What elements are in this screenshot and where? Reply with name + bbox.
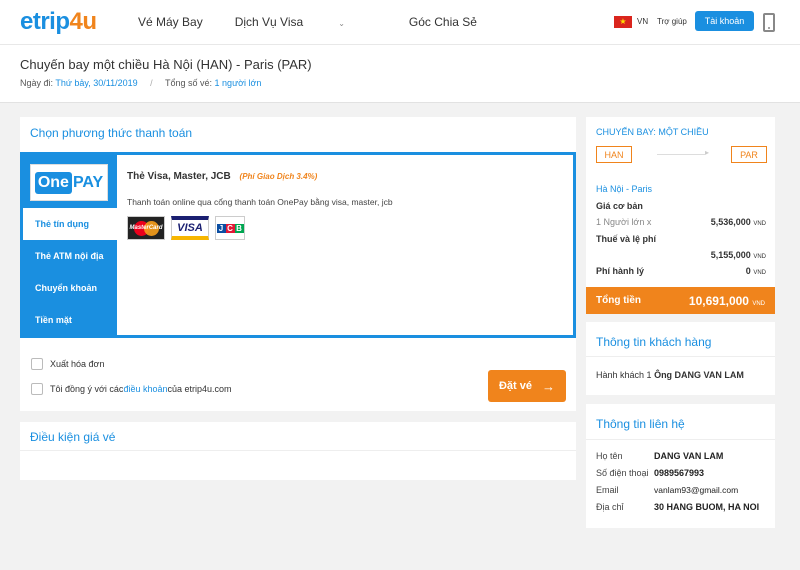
invoice-checkbox[interactable] xyxy=(31,358,43,370)
method-fee: (Phí Giao Dịch 3.4%) xyxy=(239,172,318,181)
meta-separator: / xyxy=(150,78,153,88)
method-atm[interactable]: Thẻ ATM nội địa xyxy=(23,240,117,272)
contact-row-phone: Số điện thoại 0989567993 xyxy=(596,468,705,478)
method-description: Thanh toán online qua cổng thanh toán On… xyxy=(127,197,393,207)
jcb-logo: JCB xyxy=(215,216,245,240)
method-cash[interactable]: Tiền mặt xyxy=(23,304,117,336)
divider xyxy=(586,356,775,357)
terms-link[interactable]: điều khoản xyxy=(123,384,167,394)
invoice-option: Xuất hóa đơn xyxy=(31,358,104,370)
method-credit-card[interactable]: Thẻ tín dụng xyxy=(23,208,117,240)
baggage-fee-row: Phí hành lý 0 VND xyxy=(596,266,766,276)
contact-row-email: Email vanlam93@gmail.com xyxy=(596,485,739,495)
visa-logo: VISA xyxy=(171,216,209,240)
terms-checkbox[interactable] xyxy=(31,383,43,395)
card-logos: MasterCard VISA JCB xyxy=(127,216,563,240)
method-details: Thẻ Visa, Master, JCB (Phí Giao Dịch 3.4… xyxy=(117,155,573,335)
origin-code: HAN xyxy=(596,146,632,163)
flight-summary: CHUYẾN BAY: MỘT CHIỀU HAN PAR Hà Nội - P… xyxy=(586,117,775,314)
terms-option: Tôi đồng ý với các điều khoản của etrip4… xyxy=(31,383,232,395)
total-price: 10,691,000 xyxy=(688,293,749,308)
contact-row-address: Địa chỉ 30 HANG BUOM, HA NOI xyxy=(596,502,760,512)
arrow-right-icon: → xyxy=(542,378,556,394)
method-title: Thẻ Visa, Master, JCB xyxy=(127,171,231,182)
passenger-info: Thông tin khách hàng Hành khách 1 Ông DA… xyxy=(586,322,775,395)
tax-label: Thuế và lệ phí xyxy=(596,234,657,244)
contact-title: Thông tin liên hệ xyxy=(596,417,685,431)
trip-meta: Ngày đi: Thứ bảy, 30/11/2019 / Tổng số v… xyxy=(20,78,262,88)
fare-conditions-section: Điều kiện giá vé xyxy=(20,422,576,480)
departure-date: Thứ bảy, 30/11/2019 xyxy=(55,78,138,88)
divider xyxy=(586,439,775,440)
method-transfer[interactable]: Chuyển khoản xyxy=(23,272,117,304)
logo[interactable]: etrip4u xyxy=(20,8,97,36)
total-price-bar: Tổng tiền 10,691,000 VND xyxy=(586,287,775,314)
mobile-phone-icon[interactable] xyxy=(763,13,775,32)
payment-methods: One PAY Thẻ tín dụng Thẻ ATM nội địa Chuy… xyxy=(20,152,576,338)
adult-fare-row: 1 Người lớn x 5,536,000 VND xyxy=(596,217,766,227)
nav-blog[interactable]: Góc Chia Sẻ xyxy=(409,15,477,29)
main-nav: Vé Máy Bay Dịch Vụ Visa ⌄ Góc Chia Sẻ xyxy=(138,15,509,29)
onepay-logo: One PAY xyxy=(30,164,108,201)
language-selector[interactable]: VN xyxy=(637,17,648,26)
payment-section: Chọn phương thức thanh toán One PAY Thẻ t… xyxy=(20,117,576,411)
tax-row: 5,155,000 VND xyxy=(710,250,766,260)
account-button[interactable]: Tài khoản xyxy=(695,11,754,31)
ticket-count: 1 người lớn xyxy=(214,78,262,88)
contact-info: Thông tin liên hệ Họ tên DANG VAN LAM Số… xyxy=(586,404,775,528)
nav-visa[interactable]: Dịch Vụ Visa ⌄ xyxy=(235,15,377,29)
vietnam-flag-icon[interactable]: ★ xyxy=(614,16,632,28)
passenger-name: Ông DANG VAN LAM xyxy=(654,370,744,380)
book-ticket-button[interactable]: Đặt vé → xyxy=(488,370,566,402)
mastercard-logo: MasterCard xyxy=(127,216,165,240)
passenger-row: Hành khách 1 Ông DANG VAN LAM xyxy=(596,370,744,380)
contact-row-name: Họ tên DANG VAN LAM xyxy=(596,451,724,461)
help-link[interactable]: Trợ giúp xyxy=(657,17,687,26)
destination-code: PAR xyxy=(731,146,767,163)
top-header: etrip4u Vé Máy Bay Dịch Vụ Visa ⌄ Góc Chi… xyxy=(0,0,800,45)
route-name: Hà Nội - Paris xyxy=(596,184,653,194)
passenger-title: Thông tin khách hàng xyxy=(596,335,712,349)
page-title: Chuyến bay một chiều Hà Nội (HAN) - Pari… xyxy=(20,57,312,72)
base-fare-label: Giá cơ bản xyxy=(596,201,643,211)
flight-title: CHUYẾN BAY: MỘT CHIỀU xyxy=(596,127,709,137)
fare-conditions-title[interactable]: Điều kiện giá vé xyxy=(30,430,115,444)
trip-summary: Chuyến bay một chiều Hà Nội (HAN) - Pari… xyxy=(0,45,800,103)
payment-title: Chọn phương thức thanh toán xyxy=(30,126,193,140)
chevron-down-icon: ⌄ xyxy=(338,19,345,28)
divider xyxy=(20,450,576,451)
nav-flights[interactable]: Vé Máy Bay xyxy=(138,15,203,29)
route-line xyxy=(657,148,709,157)
payment-method-list: One PAY Thẻ tín dụng Thẻ ATM nội địa Chuy… xyxy=(23,155,117,335)
